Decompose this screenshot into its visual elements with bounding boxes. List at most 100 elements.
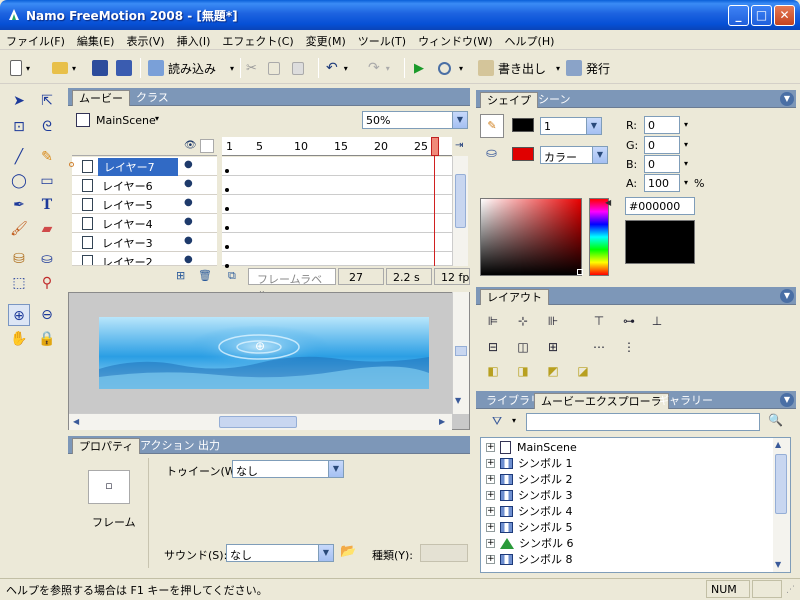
publish-button[interactable]: 発行 xyxy=(566,56,610,80)
scrollbar-thumb[interactable] xyxy=(455,174,466,228)
space-horizontal-icon[interactable]: ⋯ xyxy=(590,338,608,356)
visibility-icon[interactable]: ● xyxy=(184,178,193,189)
send-backward-icon[interactable]: ◩ xyxy=(544,362,562,380)
scroll-right-icon[interactable]: ▶ xyxy=(439,417,445,426)
eye-icon[interactable]: 👁 xyxy=(184,140,197,151)
expand-icon[interactable]: + xyxy=(486,506,495,516)
zoom-in-tool[interactable]: ⊕ xyxy=(8,304,30,326)
search-icon[interactable]: 🔍 xyxy=(768,413,783,427)
layer-name[interactable]: レイヤー2 xyxy=(102,254,153,265)
timeline-scrollbar[interactable] xyxy=(452,156,468,266)
scrollbar-thumb[interactable] xyxy=(775,454,787,514)
timeline-options-icon[interactable]: ⇥ xyxy=(455,140,463,151)
expand-icon[interactable]: + xyxy=(486,538,495,548)
layer-name[interactable]: レイヤー5 xyxy=(102,197,153,213)
align-center-icon[interactable]: ⊹ xyxy=(514,312,532,330)
tab-movie[interactable]: ムービー xyxy=(72,90,130,106)
tree-item[interactable]: + シンボル 6 xyxy=(486,535,574,551)
undo-button[interactable]: ↶ ▾ xyxy=(326,56,348,80)
lasso-tool[interactable]: ᘓ xyxy=(36,116,58,138)
stroke-color-swatch[interactable] xyxy=(512,118,534,132)
r-dropdown-icon[interactable]: ▾ xyxy=(684,120,688,129)
layer-name[interactable]: レイヤー3 xyxy=(102,235,153,251)
visibility-icon[interactable]: ● xyxy=(184,216,193,227)
b-input[interactable]: 0 xyxy=(644,155,680,173)
import-button[interactable]: 読み込み ▾ xyxy=(148,56,234,80)
tree-item[interactable]: + シンボル 1 xyxy=(486,455,573,471)
layer-row[interactable]: レイヤー5 ● xyxy=(72,195,217,214)
keyframe[interactable] xyxy=(225,207,229,211)
g-input[interactable]: 0 xyxy=(644,136,680,154)
color-picker-field[interactable] xyxy=(480,198,583,276)
a-input[interactable]: 100 xyxy=(644,174,680,192)
frame-row[interactable] xyxy=(222,214,452,233)
filter-icon[interactable]: ⛛ xyxy=(492,414,502,429)
layer-row[interactable]: レイヤー4 ● xyxy=(72,214,217,233)
center-frame-icon[interactable]: ⧉ xyxy=(228,269,236,283)
filter-dropdown-icon[interactable]: ▾ xyxy=(512,416,516,425)
ellipse-tool[interactable]: ◯ xyxy=(8,170,30,192)
frame-row[interactable] xyxy=(222,157,452,176)
a-dropdown-icon[interactable]: ▾ xyxy=(684,178,688,187)
paint-bucket-icon[interactable]: ⛀ xyxy=(486,146,497,161)
eyedropper-tool[interactable]: ⚲ xyxy=(36,272,58,294)
kind-select[interactable] xyxy=(420,544,468,562)
pen-tool[interactable]: ✒ xyxy=(8,194,30,216)
color-picker-cursor[interactable] xyxy=(577,269,583,275)
tab-layout[interactable]: レイアウト xyxy=(480,289,549,305)
add-layer-icon[interactable]: ⊞ xyxy=(176,269,185,282)
play-button[interactable]: ▶ xyxy=(414,56,424,80)
collapse-icon[interactable]: ▼ xyxy=(780,393,794,407)
layer-row[interactable]: レイヤー6 ● xyxy=(72,176,217,195)
paste-button[interactable] xyxy=(292,56,304,80)
zoom-select[interactable]: 50% ▼ xyxy=(362,111,468,129)
frame-row[interactable] xyxy=(222,176,452,195)
layer-name[interactable]: レイヤー7 xyxy=(98,158,178,176)
stage-vertical-scrollbar[interactable]: ▼ xyxy=(452,292,469,414)
cut-button[interactable]: ✂ xyxy=(246,56,257,80)
save-all-button[interactable] xyxy=(116,56,132,80)
scroll-down-icon[interactable]: ▼ xyxy=(775,560,781,569)
maximize-button[interactable]: □ xyxy=(751,5,772,26)
save-button[interactable] xyxy=(92,56,108,80)
layer-name[interactable]: レイヤー6 xyxy=(102,178,153,194)
expand-icon[interactable]: + xyxy=(486,458,495,468)
stroke-pencil-icon[interactable]: ✎ xyxy=(480,114,504,138)
match-size-icon[interactable]: ⊞ xyxy=(544,338,562,356)
hue-slider[interactable] xyxy=(589,198,609,276)
keyframe[interactable] xyxy=(225,169,229,173)
menu-insert[interactable]: 挿入(I) xyxy=(171,30,217,49)
keyframe[interactable] xyxy=(225,188,229,192)
layer-name[interactable]: レイヤー4 xyxy=(102,216,153,232)
scroll-up-icon[interactable]: ▲ xyxy=(775,440,781,449)
match-width-icon[interactable]: ◫ xyxy=(514,338,532,356)
redo-button[interactable]: ↷ ▾ xyxy=(368,56,390,80)
scroll-left-icon[interactable]: ◀ xyxy=(73,417,79,426)
expand-icon[interactable]: + xyxy=(486,474,495,484)
minimize-button[interactable]: _ xyxy=(728,5,749,26)
align-right-icon[interactable]: ⊪ xyxy=(544,312,562,330)
frame-label-input[interactable]: フレームラベル xyxy=(248,268,336,302)
tab-actions[interactable]: アクション xyxy=(134,438,200,454)
folder-icon[interactable]: 📂 xyxy=(340,544,356,559)
export-button[interactable]: 書き出し ▾ xyxy=(478,56,560,80)
eraser-tool[interactable]: ▰ xyxy=(36,218,58,240)
explorer-search-input[interactable] xyxy=(526,413,760,431)
bring-front-icon[interactable]: ◧ xyxy=(484,362,502,380)
frame-row[interactable] xyxy=(222,233,452,252)
align-middle-icon[interactable]: ⊶ xyxy=(620,312,638,330)
tree-item[interactable]: + シンボル 8 xyxy=(486,551,573,567)
hex-input[interactable]: #000000 xyxy=(625,197,695,215)
pencil-tool[interactable]: ✎ xyxy=(36,146,58,168)
tab-shape[interactable]: シェイプ xyxy=(480,92,538,108)
hand-tool[interactable]: ✋ xyxy=(8,328,30,350)
scroll-down-icon[interactable]: ▼ xyxy=(455,396,461,405)
subselect-tool[interactable]: ⇱ xyxy=(36,90,58,112)
g-dropdown-icon[interactable]: ▾ xyxy=(684,140,688,149)
menu-modify[interactable]: 変更(M) xyxy=(300,30,352,49)
space-vertical-icon[interactable]: ⋮ xyxy=(620,338,638,356)
align-top-icon[interactable]: ⊤ xyxy=(590,312,608,330)
stage-horizontal-scrollbar[interactable]: ◀ ▶ xyxy=(69,413,452,430)
menu-edit[interactable]: 編集(E) xyxy=(71,30,121,49)
tween-select[interactable]: なし ▼ xyxy=(232,460,344,478)
